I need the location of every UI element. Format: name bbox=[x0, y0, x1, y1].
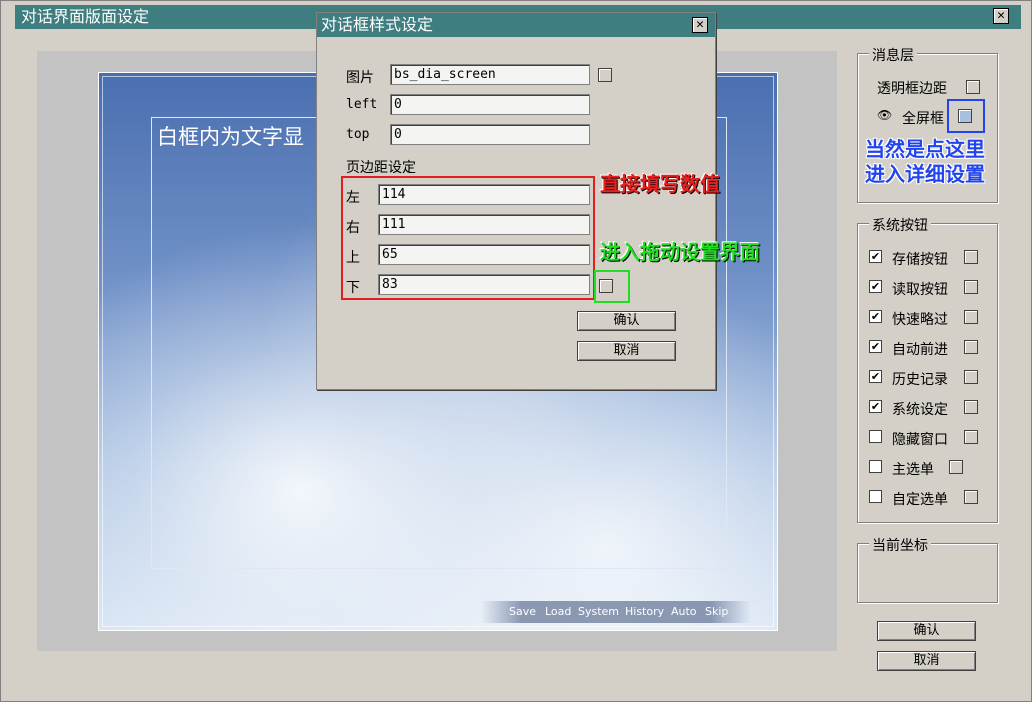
close-icon[interactable]: ✕ bbox=[993, 8, 1009, 24]
cancel-button[interactable]: 取消 bbox=[877, 651, 976, 671]
image-label: 图片 bbox=[346, 70, 374, 86]
system-button-checkbox[interactable] bbox=[869, 430, 882, 443]
margin-field[interactable]: 83 bbox=[378, 274, 590, 295]
system-button-label: 自动前进 bbox=[892, 342, 948, 358]
fullscreen-detail-button[interactable] bbox=[958, 109, 972, 123]
dialog-cancel-button[interactable]: 取消 bbox=[577, 341, 676, 361]
eye-icon[interactable]: 👁 bbox=[877, 108, 892, 122]
dialog-ok-button[interactable]: 确认 bbox=[577, 311, 676, 331]
system-buttons-title: 系统按钮 bbox=[869, 215, 931, 235]
system-button-label: 系统设定 bbox=[892, 402, 948, 418]
margin-title: 页边距设定 bbox=[346, 160, 416, 176]
margin-label: 左 bbox=[346, 190, 360, 206]
sysbar-save: Save bbox=[509, 605, 537, 618]
annotation-click-here: 当然是点这里 进入详细设置 bbox=[865, 137, 985, 187]
system-button-checkbox[interactable]: ✔ bbox=[869, 400, 882, 413]
system-button-checkbox[interactable]: ✔ bbox=[869, 370, 882, 383]
margin-field[interactable]: 114 bbox=[378, 184, 590, 205]
image-browse-button[interactable] bbox=[598, 68, 612, 82]
system-button-label: 读取按钮 bbox=[892, 282, 948, 298]
system-button-label: 隐藏窗口 bbox=[892, 432, 948, 448]
system-button-edit[interactable] bbox=[964, 340, 978, 354]
top-field[interactable]: 0 bbox=[390, 124, 590, 145]
preview-system-bar: Save Load System History Auto Skip bbox=[481, 601, 751, 623]
system-button-checkbox[interactable]: ✔ bbox=[869, 310, 882, 323]
system-button-label: 存储按钮 bbox=[892, 252, 948, 268]
ok-button[interactable]: 确认 bbox=[877, 621, 976, 641]
margin-label: 右 bbox=[346, 220, 360, 236]
system-button-label: 主选单 bbox=[892, 462, 934, 478]
system-button-edit[interactable] bbox=[949, 460, 963, 474]
system-button-edit[interactable] bbox=[964, 280, 978, 294]
annotation-direct-input: 直接填写数值 bbox=[600, 172, 720, 196]
drag-setup-button[interactable] bbox=[599, 279, 613, 293]
annotation-click-here-line1: 当然是点这里 bbox=[865, 137, 985, 161]
message-layer-title: 消息层 bbox=[869, 45, 917, 65]
dialog-close-icon[interactable]: ✕ bbox=[692, 17, 708, 33]
margin-label: 下 bbox=[346, 280, 360, 296]
top-label: top bbox=[346, 127, 370, 142]
left-label: left bbox=[346, 97, 378, 112]
system-button-edit[interactable] bbox=[964, 370, 978, 384]
system-button-checkbox[interactable]: ✔ bbox=[869, 340, 882, 353]
system-button-checkbox[interactable] bbox=[869, 490, 882, 503]
margin-field[interactable]: 111 bbox=[378, 214, 590, 235]
system-button-edit[interactable] bbox=[964, 490, 978, 504]
sysbar-auto: Auto bbox=[671, 605, 697, 618]
system-button-edit[interactable] bbox=[964, 310, 978, 324]
system-button-edit[interactable] bbox=[964, 250, 978, 264]
sysbar-system: System bbox=[578, 605, 620, 618]
annotation-drag-setup: 进入拖动设置界面 bbox=[600, 240, 760, 264]
sysbar-skip: Skip bbox=[705, 605, 729, 618]
margin-label: 上 bbox=[346, 250, 360, 266]
fullscreen-label: 全屏框 bbox=[902, 111, 944, 127]
sysbar-load: Load bbox=[545, 605, 572, 618]
left-field[interactable]: 0 bbox=[390, 94, 590, 115]
margin-field[interactable]: 65 bbox=[378, 244, 590, 265]
system-button-edit[interactable] bbox=[964, 400, 978, 414]
system-button-checkbox[interactable] bbox=[869, 460, 882, 473]
image-field[interactable]: bs_dia_screen bbox=[390, 64, 590, 85]
annotation-click-here-line2: 进入详细设置 bbox=[865, 162, 985, 186]
system-button-label: 历史记录 bbox=[892, 372, 948, 388]
system-button-checkbox[interactable]: ✔ bbox=[869, 280, 882, 293]
coords-title: 当前坐标 bbox=[869, 535, 931, 555]
text-area-label: 白框内为文字显 bbox=[157, 125, 304, 149]
system-button-checkbox[interactable]: ✔ bbox=[869, 250, 882, 263]
system-button-label: 快速略过 bbox=[892, 312, 948, 328]
sysbar-history: History bbox=[625, 605, 665, 618]
dialog-title: 对话框样式设定 bbox=[317, 13, 715, 37]
system-button-label: 自定选单 bbox=[892, 492, 948, 508]
transparent-margin-label: 透明框边距 bbox=[877, 81, 947, 97]
transparent-margin-button[interactable] bbox=[966, 80, 980, 94]
system-button-edit[interactable] bbox=[964, 430, 978, 444]
